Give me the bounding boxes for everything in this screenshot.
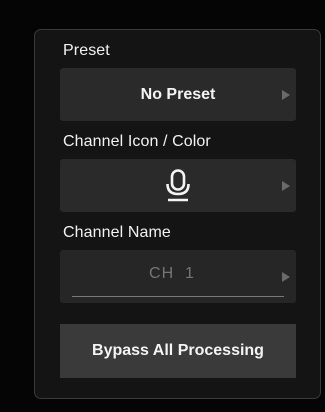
- channel-name-label: Channel Name: [63, 224, 171, 241]
- preset-selector[interactable]: No Preset: [60, 68, 296, 121]
- triangle-right-icon[interactable]: [282, 271, 290, 282]
- bypass-all-processing-button[interactable]: Bypass All Processing: [60, 324, 296, 378]
- channel-icon-selector[interactable]: [60, 159, 296, 212]
- channel-name-field: [60, 250, 296, 303]
- input-underline: [72, 296, 284, 297]
- channel-name-input[interactable]: [72, 256, 272, 292]
- channel-icon-color-label: Channel Icon / Color: [63, 133, 211, 150]
- triangle-right-icon: [282, 180, 290, 191]
- preset-label: Preset: [63, 42, 110, 59]
- microphone-icon: [166, 168, 190, 201]
- triangle-right-icon: [282, 89, 290, 100]
- preset-value: No Preset: [140, 85, 216, 103]
- channel-settings-panel: Preset No Preset Channel Icon / Color Ch…: [34, 29, 321, 399]
